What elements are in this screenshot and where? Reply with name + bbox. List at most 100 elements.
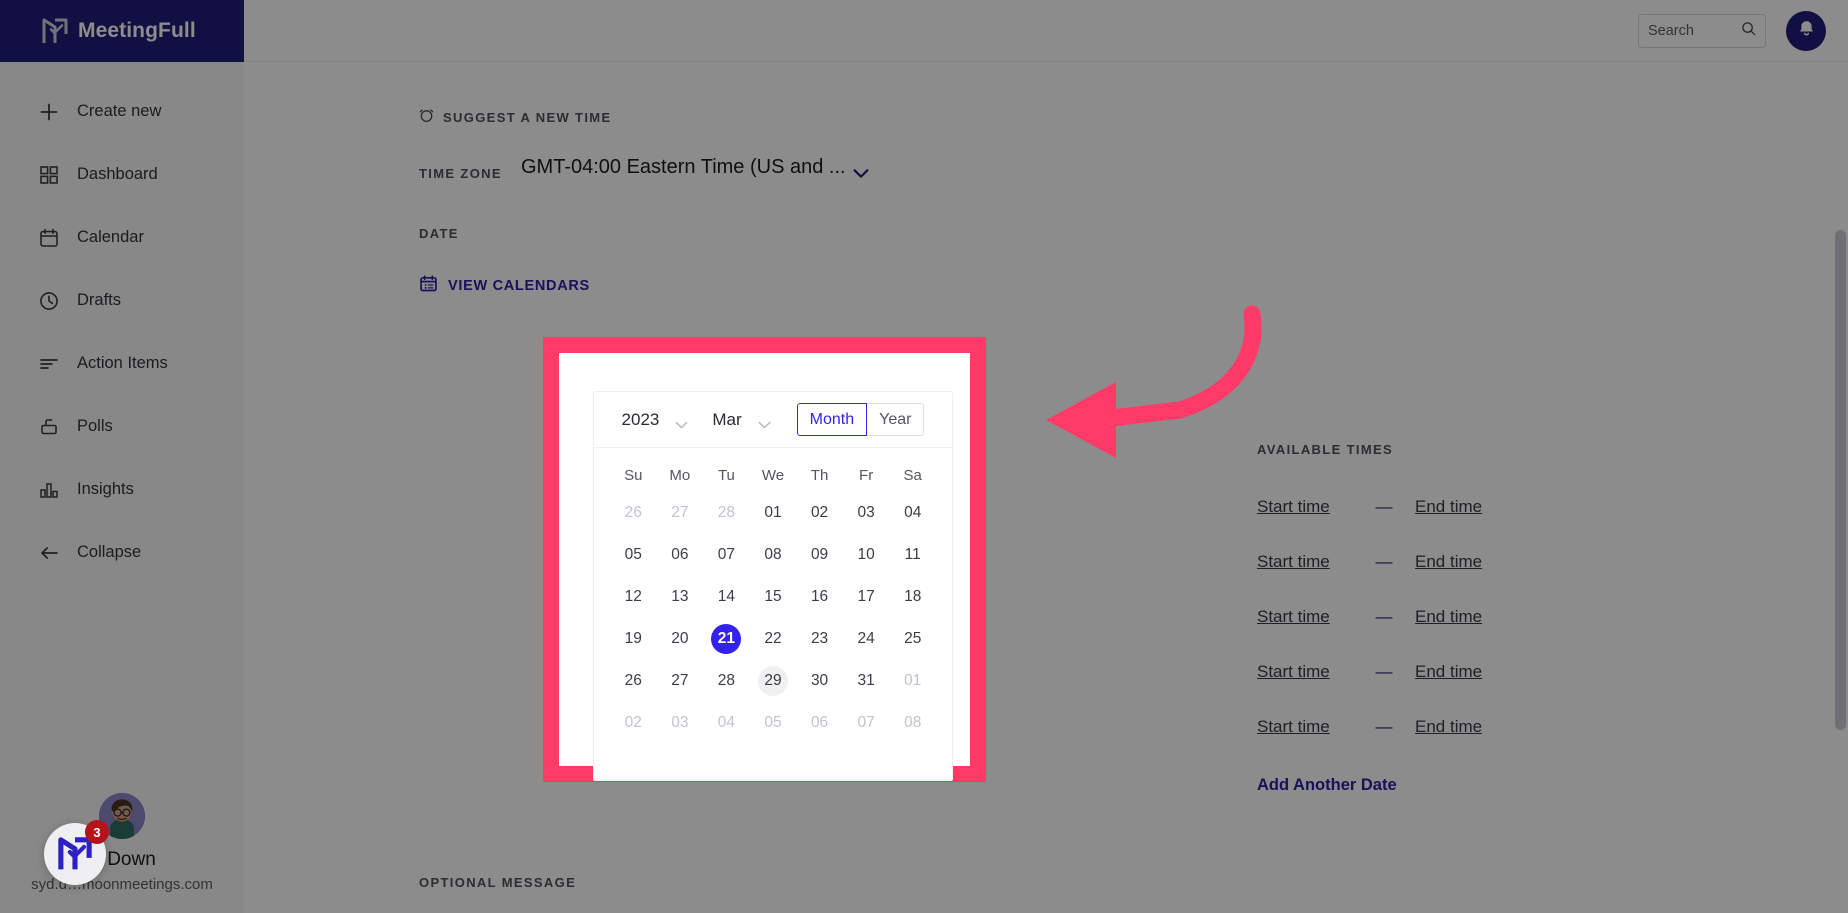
brand-logo-block[interactable]: MeetingFull [0, 0, 244, 62]
start-time-link[interactable]: Start time [1257, 552, 1353, 572]
search-input[interactable]: Search [1638, 13, 1766, 48]
calendar-day[interactable]: 12 [618, 582, 648, 612]
time-zone-select[interactable]: GMT-04:00 Eastern Time (US and ... [521, 156, 869, 179]
view-calendars-button[interactable]: VIEW CALENDARS [419, 274, 590, 297]
calendar-day[interactable]: 16 [805, 582, 835, 612]
calendar-day[interactable]: 26 [618, 498, 648, 528]
calendar-week-row: 26 27 28 29 30 31 01 [610, 660, 936, 702]
time-range-separator: — [1375, 606, 1393, 626]
available-times-section: AVAILABLE TIMES Start time — End time St… [1257, 442, 1557, 795]
end-time-link[interactable]: End time [1415, 497, 1511, 517]
calendar-day[interactable]: 18 [898, 582, 928, 612]
start-time-link[interactable]: Start time [1257, 662, 1353, 682]
calendar-day[interactable]: 22 [758, 624, 788, 654]
calendar-day[interactable]: 06 [665, 540, 695, 570]
calendar-day[interactable]: 09 [805, 540, 835, 570]
search-placeholder: Search [1648, 22, 1694, 39]
dow-label: We [761, 466, 785, 484]
calendar-day[interactable]: 26 [618, 666, 648, 696]
chat-launcher-button[interactable]: 3 [44, 820, 109, 885]
day-of-week-header-row: Su Mo Tu We Th Fr Sa [610, 458, 936, 492]
end-time-link[interactable]: End time [1415, 607, 1511, 627]
sidebar-item-create-new[interactable]: Create new [0, 80, 244, 143]
scrollbar-thumb[interactable] [1835, 230, 1846, 730]
sidebar-item-dashboard[interactable]: Dashboard [0, 143, 244, 206]
sidebar-item-label: Polls [77, 417, 113, 435]
view-toggle-group: Month Year [796, 403, 925, 436]
end-time-link[interactable]: End time [1415, 717, 1511, 737]
toggle-year-button[interactable]: Year [867, 403, 925, 436]
calendar-day[interactable]: 06 [805, 708, 835, 738]
chevron-down-icon [675, 415, 688, 429]
end-time-link[interactable]: End time [1415, 662, 1511, 682]
year-value: 2023 [621, 409, 660, 429]
sidebar-item-label: Collapse [77, 543, 142, 561]
sidebar-item-drafts[interactable]: Drafts [0, 269, 244, 332]
time-zone-value: GMT-04:00 Eastern Time (US and ... [521, 156, 846, 178]
calendar-day[interactable]: 14 [711, 582, 741, 612]
sidebar-item-action-items[interactable]: Action Items [0, 332, 244, 395]
suggest-new-time-header: SUGGEST A NEW TIME [419, 107, 612, 128]
calendar-day[interactable]: 15 [758, 582, 788, 612]
start-time-link[interactable]: Start time [1257, 497, 1353, 517]
calendar-day[interactable]: 01 [898, 666, 928, 696]
sidebar-item-polls[interactable]: Polls [0, 395, 244, 458]
start-time-link[interactable]: Start time [1257, 607, 1353, 627]
calendar-day[interactable]: 08 [758, 540, 788, 570]
available-times-label: AVAILABLE TIMES [1257, 442, 1394, 457]
calendar-day[interactable]: 28 [711, 666, 741, 696]
month-select[interactable]: Mar [712, 410, 771, 430]
calendar-day[interactable]: 28 [711, 498, 741, 528]
calendar-day[interactable]: 07 [711, 540, 741, 570]
sidebar-item-insights[interactable]: Insights [0, 458, 244, 521]
sidebar-item-calendar[interactable]: Calendar [0, 206, 244, 269]
sidebar-user-block[interactable]: H Down syd.d…moonmeetings.com [0, 793, 244, 897]
end-time-link[interactable]: End time [1415, 552, 1511, 572]
main-content: SUGGEST A NEW TIME TIME ZONE GMT-04:00 E… [244, 62, 1848, 913]
calendar-day[interactable]: 27 [665, 666, 695, 696]
calendar-day[interactable]: 25 [898, 624, 928, 654]
calendar-day[interactable]: 02 [618, 708, 648, 738]
year-select[interactable]: 2023 [622, 410, 689, 430]
calendar-day[interactable]: 31 [851, 666, 881, 696]
sidebar: MeetingFull Create new Dashboard Calenda… [0, 0, 244, 913]
calendar-day[interactable]: 04 [711, 708, 741, 738]
time-row: Start time — End time [1257, 589, 1557, 644]
calendar-day[interactable]: 30 [805, 666, 835, 696]
calendar-day-selected[interactable]: 21 [711, 624, 742, 654]
calendar-day[interactable]: 10 [851, 540, 881, 570]
calendar-day[interactable]: 20 [665, 624, 695, 654]
calendar-day[interactable]: 17 [851, 582, 881, 612]
highlight-frame: 2023 Mar Month Year Su Mo Tu We Th Fr Sa… [543, 337, 986, 782]
calendar-day[interactable]: 13 [665, 582, 695, 612]
calendar-day[interactable]: 05 [758, 708, 788, 738]
calendar-day[interactable]: 01 [758, 498, 788, 528]
calendar-day[interactable]: 05 [618, 540, 648, 570]
calendar-day[interactable]: 08 [898, 708, 928, 738]
notifications-button[interactable] [1786, 10, 1826, 51]
time-range-separator: — [1375, 716, 1393, 736]
sidebar-item-collapse[interactable]: Collapse [0, 521, 244, 584]
meetingfull-logo-icon [58, 836, 92, 872]
calendar-day[interactable]: 07 [851, 708, 881, 738]
user-email: syd.d…moonmeetings.com [31, 876, 213, 893]
calendar-day[interactable]: 11 [898, 540, 928, 570]
calendar-day[interactable]: 24 [851, 624, 881, 654]
calendar-day[interactable]: 29 [757, 666, 788, 696]
add-another-date-button[interactable]: Add Another Date [1257, 776, 1557, 795]
calendar-icon [38, 227, 60, 249]
dow-label: Su [624, 466, 643, 484]
calendar-day[interactable]: 19 [618, 624, 648, 654]
start-time-link[interactable]: Start time [1257, 717, 1353, 737]
sidebar-nav: Create new Dashboard Calendar Drafts Act… [0, 62, 244, 584]
calendar-day[interactable]: 27 [665, 498, 695, 528]
calendar-day[interactable]: 04 [898, 498, 928, 528]
calendar-day[interactable]: 03 [665, 708, 695, 738]
suggest-new-time-label: SUGGEST A NEW TIME [443, 110, 612, 125]
calendar-day[interactable]: 23 [805, 624, 835, 654]
calendar-day[interactable]: 02 [805, 498, 835, 528]
toggle-month-button[interactable]: Month [796, 403, 868, 436]
dow-label: Tu [717, 466, 735, 484]
calendar-day[interactable]: 03 [851, 498, 881, 528]
calendar-weeks: 26 27 28 01 02 03 04 05 06 07 08 09 10 11 12 13 14 15 16 17… [610, 492, 936, 744]
